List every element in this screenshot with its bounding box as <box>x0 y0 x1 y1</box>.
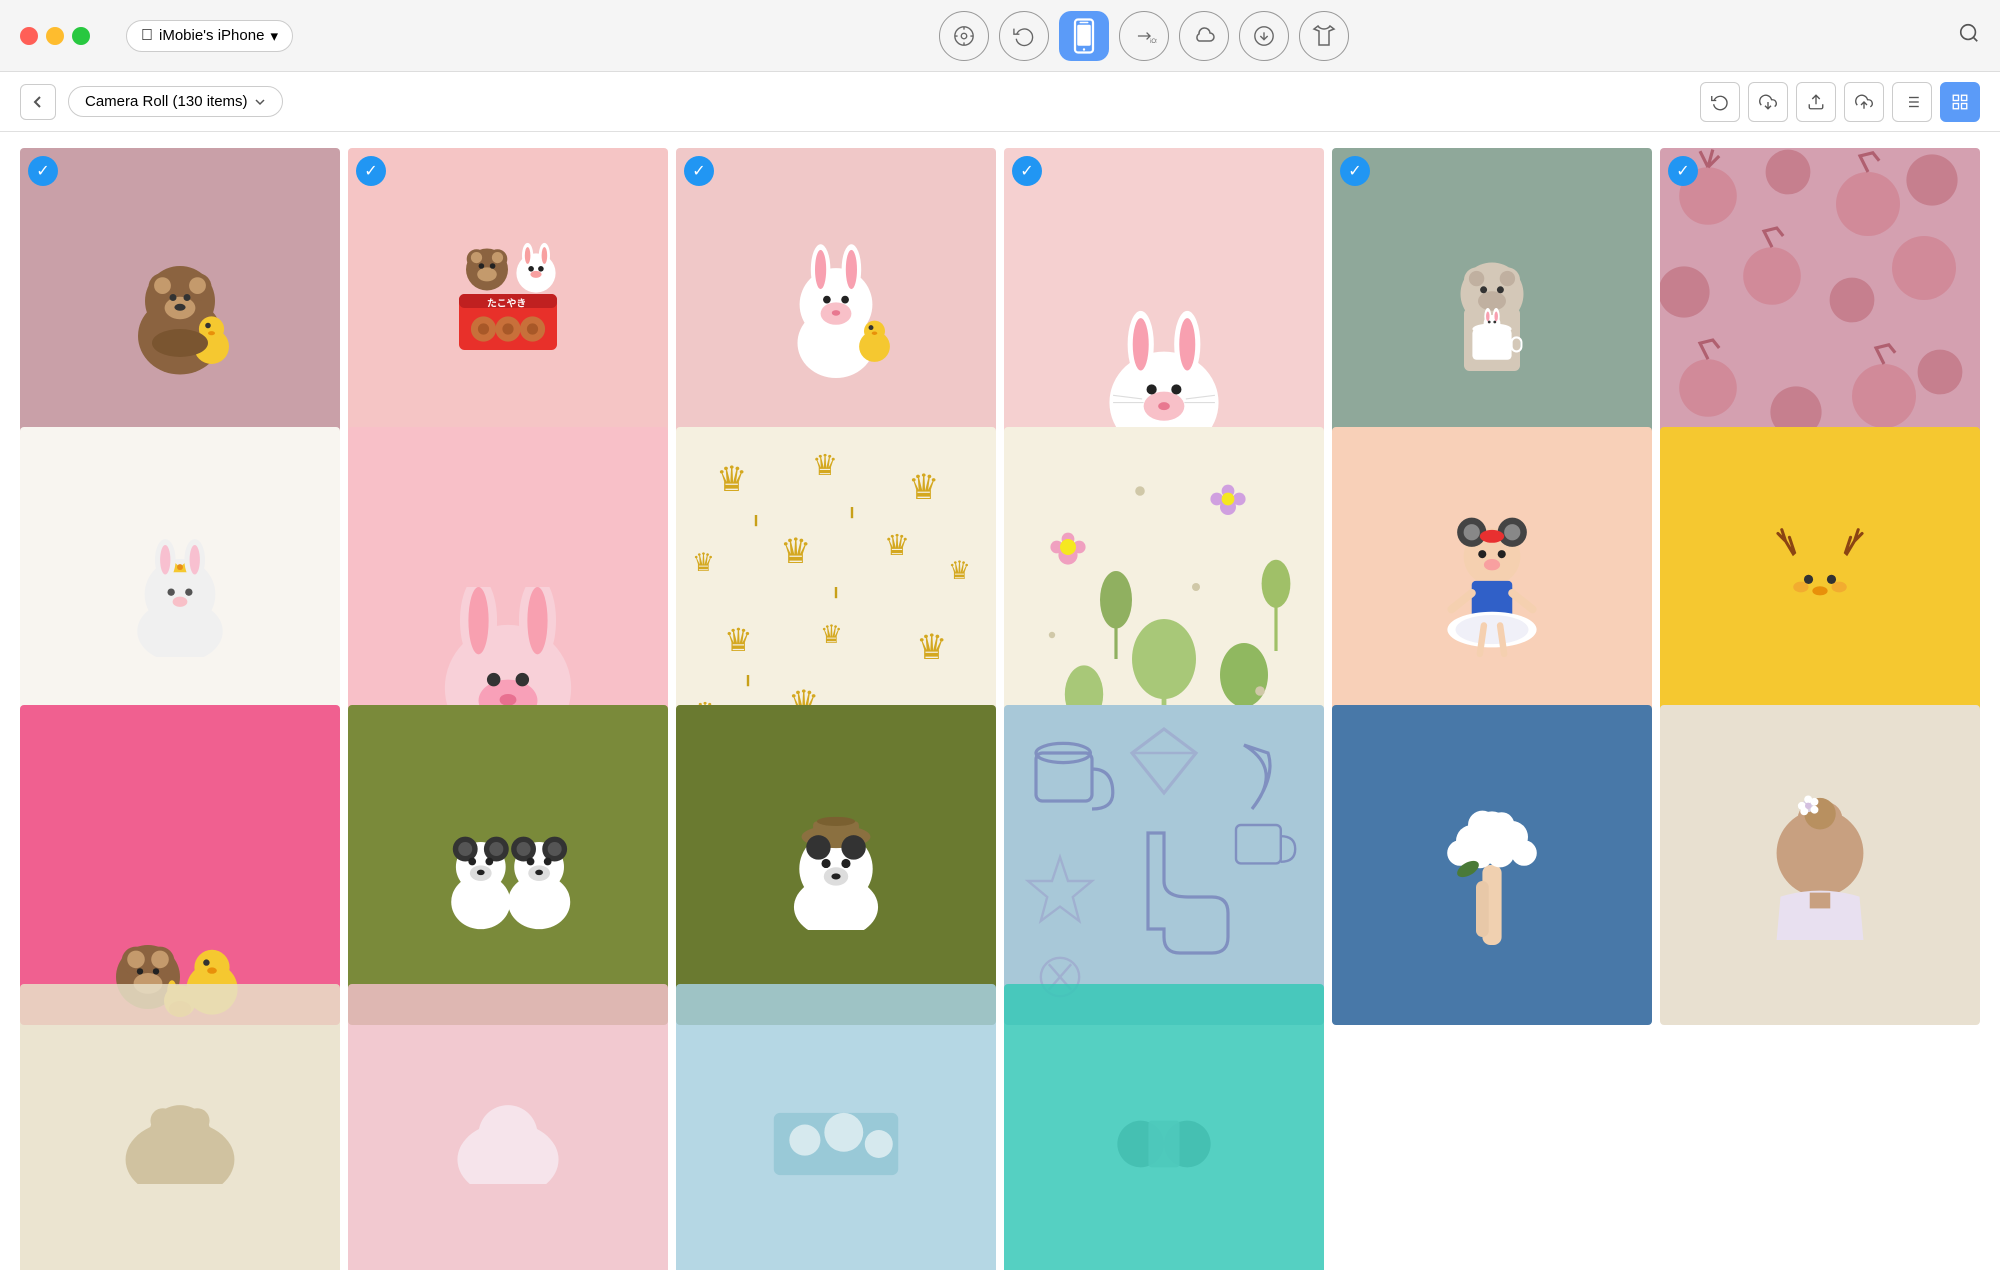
svg-text:♛: ♛ <box>812 450 838 482</box>
nav-music-button[interactable] <box>939 11 989 61</box>
nav-phone-button[interactable] <box>1059 11 1109 61</box>
svg-text:♛: ♛ <box>916 628 948 667</box>
back-button[interactable] <box>20 84 56 120</box>
photo-item[interactable]: ✓ <box>20 148 340 468</box>
dropdown-arrow: ▾ <box>270 27 278 45</box>
nav-toios-button[interactable]: iOS <box>1119 11 1169 61</box>
photo-illustration <box>771 800 901 930</box>
export-button[interactable] <box>1796 82 1836 122</box>
check-badge: ✓ <box>1012 156 1042 186</box>
photo-item[interactable]: ✓ <box>676 984 996 1270</box>
check-badge: ✓ <box>28 156 58 186</box>
photo-item[interactable]: ✓ <box>20 427 340 747</box>
toolbar: Camera Roll (130 items) <box>0 72 2000 132</box>
check-badge: ✓ <box>1340 156 1370 186</box>
photo-illustration <box>438 1104 578 1184</box>
grid-view-button[interactable] <box>1940 82 1980 122</box>
nav-backup-button[interactable] <box>999 11 1049 61</box>
photo-illustration <box>1412 785 1572 945</box>
photo-illustration <box>120 517 240 657</box>
svg-text:iOS: iOS <box>1151 38 1158 44</box>
photo-illustration <box>1760 790 1880 940</box>
svg-text:♛: ♛ <box>884 530 910 562</box>
photo-illustration <box>110 238 250 378</box>
photo-item[interactable]: ✓ <box>1332 148 1652 468</box>
photo-item[interactable]: ✓ <box>1004 984 1324 1270</box>
album-selector[interactable]: Camera Roll (130 items) <box>68 86 283 117</box>
photo-item[interactable]: ✓ <box>1332 427 1652 747</box>
photo-item[interactable]: ✓ <box>20 705 340 1025</box>
photo-item[interactable]: ♛ ♛ ♛ ♛ ♛ ♛ ♛ ♛ ♛ ♛ ♛ ♛ ♛ ✓ <box>676 427 996 747</box>
photo-illustration <box>1004 427 1324 747</box>
album-dropdown-icon <box>254 96 266 108</box>
search-button[interactable] <box>1958 22 1980 50</box>
nav-icons: iOS <box>309 11 1980 61</box>
photo-item[interactable]: ✓ <box>1332 705 1652 1025</box>
photo-item[interactable]: ✓ <box>348 705 668 1025</box>
svg-text:たこやき: たこやき <box>487 298 526 310</box>
close-button[interactable] <box>20 27 38 45</box>
photo-illustration <box>438 800 578 930</box>
svg-text:♛: ♛ <box>716 460 748 499</box>
photo-illustration <box>1094 1104 1234 1184</box>
photo-illustration <box>1755 517 1885 657</box>
photo-illustration <box>1660 148 1980 468</box>
photo-item[interactable]: ✓ <box>1660 427 1980 747</box>
svg-text:♛: ♛ <box>780 532 812 571</box>
album-name: Camera Roll (130 items) <box>85 93 248 110</box>
photo-item[interactable]: ✓ <box>1660 705 1980 1025</box>
check-badge: ✓ <box>356 156 386 186</box>
nav-cloud-button[interactable] <box>1179 11 1229 61</box>
import-button[interactable] <box>1748 82 1788 122</box>
list-view-button[interactable] <box>1892 82 1932 122</box>
svg-text:♛: ♛ <box>724 622 753 658</box>
device-name: iMobie's iPhone <box>159 27 264 44</box>
photo-illustration <box>1422 238 1562 378</box>
traffic-lights <box>20 27 90 45</box>
maximize-button[interactable] <box>72 27 90 45</box>
svg-text:♛: ♛ <box>692 549 715 577</box>
device-selector[interactable]:  iMobie's iPhone ▾ <box>126 20 293 52</box>
apple-icon:  <box>141 27 153 45</box>
photo-grid: ✓ たこやき <box>0 132 2000 1270</box>
photo-item[interactable]: ✓ <box>676 705 996 1025</box>
photo-item[interactable]: ✓ <box>20 984 340 1270</box>
photo-item[interactable]: ✓ <box>1660 148 1980 468</box>
photo-illustration <box>766 238 906 378</box>
photo-item[interactable]: ✓ <box>348 427 668 747</box>
svg-text:♛: ♛ <box>908 468 940 507</box>
refresh-button[interactable] <box>1700 82 1740 122</box>
check-badge: ✓ <box>684 156 714 186</box>
photo-item[interactable]: CHIPS ✓ <box>1004 148 1324 468</box>
photo-illustration <box>1427 512 1557 662</box>
photo-illustration: たこやき <box>438 238 578 378</box>
nav-tshirt-button[interactable] <box>1299 11 1349 61</box>
photo-illustration: ♛ ♛ ♛ ♛ ♛ ♛ ♛ ♛ ♛ ♛ ♛ ♛ ♛ <box>676 427 996 747</box>
photo-item[interactable]: ✓ <box>1004 427 1324 747</box>
photo-illustration <box>1004 705 1324 1025</box>
photo-item[interactable]: ✓ <box>1004 705 1324 1025</box>
photo-illustration <box>766 1104 906 1184</box>
svg-text:♛: ♛ <box>948 557 971 585</box>
check-badge: ✓ <box>1668 156 1698 186</box>
toolbar-actions <box>1700 82 1980 122</box>
photo-item[interactable]: ✓ <box>348 984 668 1270</box>
nav-download-button[interactable] <box>1239 11 1289 61</box>
svg-text:♛: ♛ <box>820 621 843 649</box>
photo-illustration <box>110 1104 250 1184</box>
minimize-button[interactable] <box>46 27 64 45</box>
titlebar:  iMobie's iPhone ▾ <box>0 0 2000 72</box>
upload-button[interactable] <box>1844 82 1884 122</box>
photo-item[interactable]: ✓ <box>676 148 996 468</box>
photo-item[interactable]: たこやき <box>348 148 668 468</box>
